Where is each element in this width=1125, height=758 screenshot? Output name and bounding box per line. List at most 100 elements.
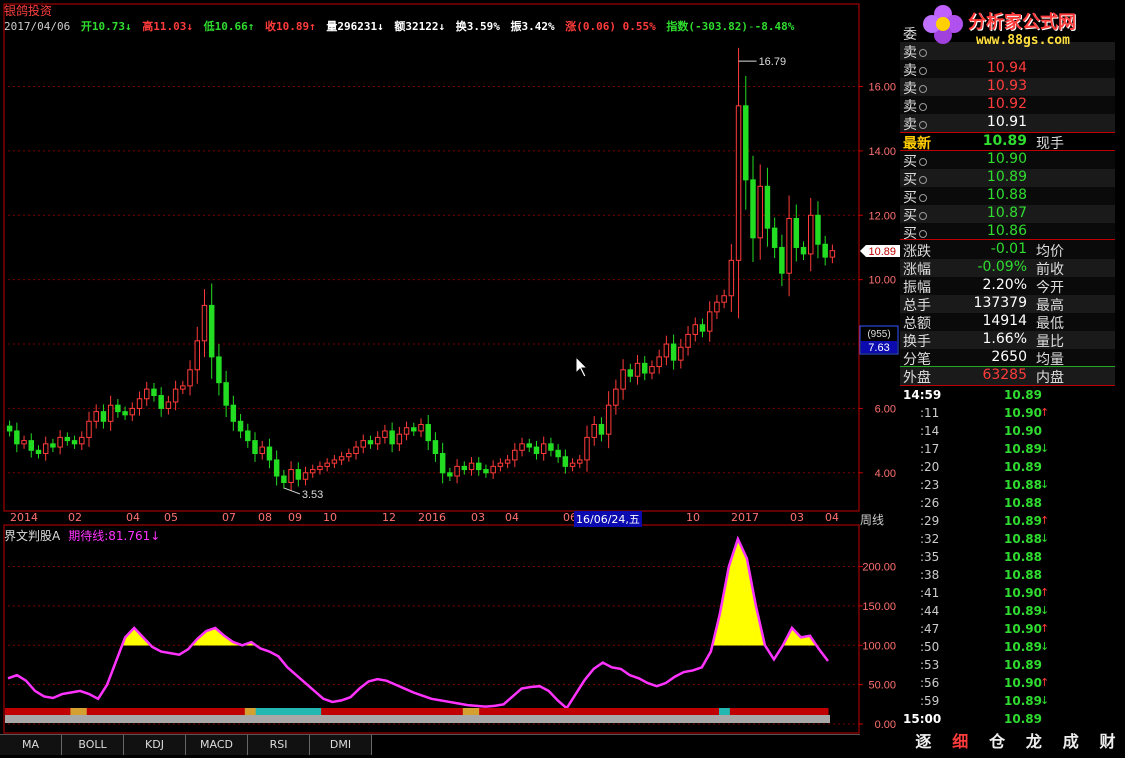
candle — [454, 459, 460, 484]
signal-band-segment — [811, 708, 818, 715]
time-tick-label: 02 — [68, 511, 82, 524]
candle-body — [107, 404, 114, 422]
price-tick-label: 6.00 — [875, 403, 896, 415]
signal-band-segment — [729, 708, 736, 715]
tab-boll[interactable]: BOLL — [62, 735, 124, 755]
tick-row: :20 10.89 — [920, 460, 1042, 474]
flower-logo-icon — [923, 5, 963, 44]
time-tick-label: 04 — [825, 511, 839, 524]
signal-band-segment — [620, 708, 627, 715]
candle-body — [793, 217, 800, 248]
candle — [180, 380, 186, 395]
candle — [620, 359, 626, 400]
candle-body — [35, 449, 42, 454]
signal-band-segment — [195, 708, 202, 715]
signal-band-segment — [740, 708, 747, 715]
tab-rsi[interactable]: RSI — [248, 735, 310, 755]
signal-band-segment — [332, 708, 338, 715]
chart-area[interactable]: 4.006.008.0010.0012.0014.0016.00 0.0050.… — [0, 0, 900, 735]
candle — [721, 289, 727, 309]
signal-band-segment — [103, 708, 110, 715]
signal-band-segment — [364, 708, 371, 715]
candle-body — [504, 459, 511, 464]
signal-band-segment — [48, 708, 55, 715]
tab-volume[interactable]: 成 — [1053, 730, 1088, 754]
tab-dragon[interactable]: 龙 — [1016, 730, 1051, 754]
candle — [425, 415, 431, 451]
indicator-tick-label: 100.00 — [862, 640, 896, 652]
candle — [432, 432, 439, 462]
candle-body — [50, 443, 56, 448]
signal-band-segment — [566, 708, 573, 715]
candle-body — [338, 456, 345, 461]
candle-body — [808, 214, 814, 255]
candle-body — [418, 424, 424, 432]
bid-level-3: 买 10.88 — [903, 187, 1027, 206]
current-price-label: 10.89 — [868, 246, 896, 258]
candle — [533, 440, 540, 460]
candle — [447, 467, 453, 482]
candle-body — [815, 214, 821, 245]
signal-band-segment — [560, 708, 567, 715]
tab-details[interactable]: 细 — [943, 730, 978, 754]
logo-url: www.88gs.com — [976, 33, 1070, 48]
bid-level-2: 买 10.89 — [903, 169, 1027, 188]
indicator-line — [7, 535, 829, 711]
signal-band-segment — [691, 708, 698, 715]
signal-band-segment — [26, 708, 33, 715]
tab-ma[interactable]: MA — [0, 735, 62, 755]
candle-body — [591, 424, 597, 438]
candle-body — [779, 246, 785, 274]
indicator-series-line — [7, 535, 829, 711]
candle — [281, 469, 287, 489]
signal-band-segment — [310, 708, 317, 715]
candle-body — [706, 311, 713, 332]
signal-band-segment — [37, 708, 44, 715]
candle-body — [432, 440, 439, 454]
signal-band-segment — [130, 708, 137, 715]
signal-band-segment — [533, 708, 540, 715]
candle — [165, 395, 172, 415]
signal-band-segment — [468, 708, 475, 715]
tab-finance[interactable]: 财 — [1090, 730, 1125, 754]
candle-body — [151, 388, 157, 397]
signal-band-segment — [800, 708, 807, 715]
candle-body — [266, 446, 273, 461]
candle-body — [490, 465, 496, 474]
candle-body — [555, 449, 561, 458]
signal-band-segment — [479, 708, 486, 715]
signal-band-segment — [408, 708, 415, 715]
candle — [526, 438, 532, 453]
candle — [331, 454, 338, 469]
time-tick-label: 12 — [382, 511, 396, 524]
signal-band-segment — [304, 708, 311, 715]
period-label[interactable]: 周线 — [860, 511, 884, 528]
signal-band-segment — [653, 708, 660, 715]
tick-row: :56 10.90 ↑ — [920, 676, 1050, 690]
stat-row: 外盘 63285 内盘 — [903, 367, 1064, 386]
candle — [569, 458, 576, 472]
tick-row: :47 10.90 ↑ — [920, 622, 1050, 636]
candle — [627, 363, 634, 383]
signal-band-segment — [773, 708, 780, 715]
signal-band-segment — [217, 708, 224, 715]
candle-body — [656, 356, 662, 368]
candle — [382, 424, 388, 444]
candle-body — [353, 446, 359, 454]
signal-band-segment — [413, 708, 420, 715]
time-tick-label: 09 — [288, 511, 302, 524]
candle-body — [302, 472, 309, 480]
tab-kdj[interactable]: KDJ — [124, 735, 186, 755]
tab-macd[interactable]: MACD — [186, 735, 248, 755]
tab-trades[interactable]: 逐 — [906, 730, 941, 754]
candle-body — [194, 340, 200, 371]
candle-body — [757, 185, 763, 239]
signal-band-segment — [353, 708, 360, 715]
candle — [360, 434, 366, 454]
candle-body — [310, 469, 316, 474]
candle-body — [714, 301, 720, 313]
tab-dmi[interactable]: DMI — [310, 735, 372, 755]
signal-band-segment — [424, 708, 431, 715]
stock-chart-app: { "window_title": "银鸽投资", "quote_bar": {… — [0, 0, 1125, 758]
tab-positions[interactable]: 仓 — [980, 730, 1015, 754]
